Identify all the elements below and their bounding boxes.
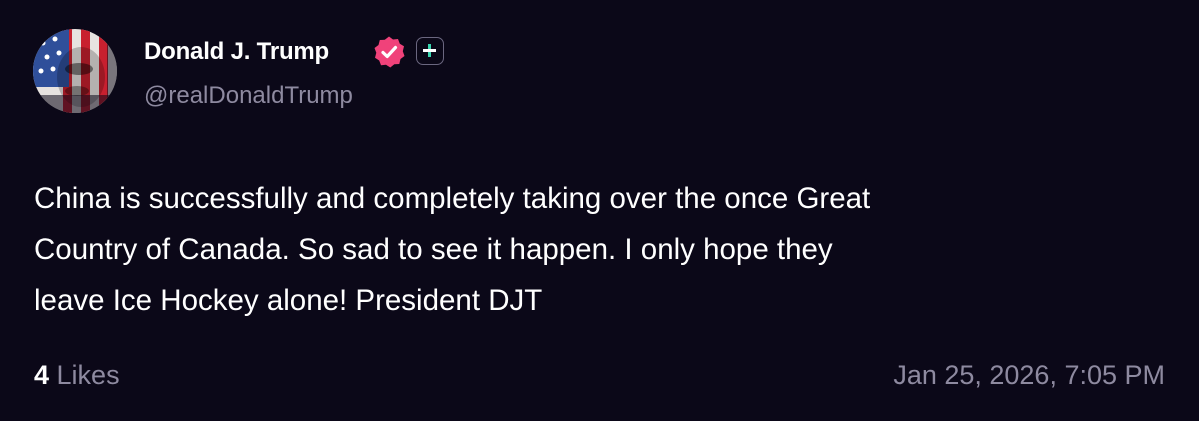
- post-text-line: Country of Canada. So sad to see it happ…: [34, 233, 833, 266]
- avatar[interactable]: [33, 29, 117, 113]
- author-handle[interactable]: @realDonaldTrump: [144, 82, 353, 110]
- likes-count: 4: [34, 360, 50, 390]
- likes-label: Likes: [49, 360, 120, 390]
- verified-badge-icon: [372, 35, 406, 69]
- plus-badge-icon: [416, 37, 444, 65]
- author-display-name[interactable]: Donald J. Trump: [144, 38, 329, 66]
- post-text: China is successfully and completely tak…: [34, 173, 1154, 326]
- post-text-line: leave Ice Hockey alone! President DJT: [34, 284, 543, 317]
- post-timestamp[interactable]: Jan 25, 2026, 7:05 PM: [893, 359, 1165, 391]
- flag-portrait-image: [33, 29, 117, 113]
- post-text-line: China is successfully and completely tak…: [34, 182, 871, 215]
- likes-counter[interactable]: 4 Likes: [34, 359, 120, 391]
- post-card: Donald J. Trump @realDonaldTrump China i…: [0, 0, 1199, 421]
